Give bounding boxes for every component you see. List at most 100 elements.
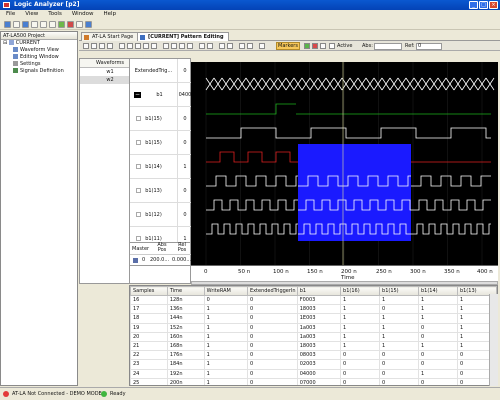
maximize-button[interactable]: □ [479, 1, 488, 9]
undo-icon[interactable] [219, 43, 225, 49]
prev-marker-icon[interactable] [320, 43, 326, 49]
table-cell[interactable]: 1 [379, 331, 419, 342]
shift-left-icon[interactable] [179, 43, 185, 49]
invert-icon[interactable] [143, 43, 149, 49]
table-cell[interactable]: 0 [379, 377, 419, 385]
table-cell[interactable]: 02003 [296, 359, 342, 370]
table-cell[interactable]: 144n [166, 313, 205, 324]
table-cell[interactable]: 1 [203, 340, 248, 352]
table-cell[interactable]: 1 [340, 313, 381, 324]
stop-icon[interactable] [67, 21, 74, 28]
table-cell[interactable]: 1 [340, 304, 381, 315]
grid-column-header[interactable]: Samples [130, 286, 168, 296]
clock-pattern-icon[interactable] [119, 43, 125, 49]
table-cell[interactable]: 1E003 [296, 313, 342, 324]
table-cell[interactable]: 0 [246, 350, 298, 361]
table-row[interactable]: 18 144n 1 0 1E003 1 1 1 1 [130, 313, 497, 324]
edit-icon[interactable] [239, 43, 245, 49]
copy-icon[interactable] [40, 21, 47, 28]
insert-icon[interactable] [199, 43, 205, 49]
signal-row[interactable]: b1(15) 0 [130, 131, 192, 155]
grid-column-header[interactable]: b1(16) [340, 286, 381, 296]
table-cell[interactable]: 0 [417, 350, 458, 361]
table-cell[interactable]: 19 [130, 322, 168, 333]
table-cell[interactable]: 1 [340, 294, 381, 306]
delete-icon[interactable] [207, 43, 213, 49]
table-cell[interactable]: 168n [166, 340, 205, 352]
table-cell[interactable]: 0 [246, 359, 298, 370]
table-cell[interactable]: 0 [340, 368, 381, 379]
set-low-icon[interactable] [135, 43, 141, 49]
shift-right-icon[interactable] [187, 43, 193, 49]
zoom-out-icon[interactable] [99, 43, 105, 49]
table-cell[interactable]: 0 [417, 322, 458, 333]
table-row[interactable]: 16 128n 0 0 F0003 1 1 1 1 [130, 294, 497, 306]
random-icon[interactable] [151, 43, 157, 49]
table-cell[interactable]: 0 [340, 350, 381, 361]
grid-column-header[interactable]: b1 [296, 286, 342, 296]
table-cell[interactable]: 0 [246, 368, 298, 379]
find-icon[interactable] [247, 43, 253, 49]
table-cell[interactable]: 1 [203, 368, 248, 379]
save-icon[interactable] [22, 21, 29, 28]
vertical-scrollbar[interactable] [489, 294, 498, 386]
tree-item-signals-definition[interactable]: Signals Definition [1, 68, 77, 75]
group-icon[interactable] [259, 43, 265, 49]
table-cell[interactable]: 24 [130, 368, 168, 379]
redo-icon[interactable] [227, 43, 233, 49]
table-cell[interactable]: 07000 [296, 377, 342, 385]
new-project-icon[interactable] [4, 21, 11, 28]
table-cell[interactable]: 136n [166, 304, 205, 315]
table-row[interactable]: 19 152n 1 0 1a003 1 1 0 1 [130, 322, 497, 333]
table-cell[interactable]: F0003 [296, 294, 342, 306]
table-cell[interactable]: 1 [379, 340, 419, 352]
zoom-in-icon[interactable] [91, 43, 97, 49]
run-icon[interactable] [58, 21, 65, 28]
menu-tools[interactable]: Tools [48, 10, 62, 19]
table-cell[interactable]: 0 [246, 313, 298, 324]
table-cell[interactable]: 1 [417, 304, 458, 315]
table-row[interactable]: 17 136n 1 0 18003 1 0 1 1 [130, 304, 497, 315]
table-cell[interactable]: 176n [166, 350, 205, 361]
table-cell[interactable]: 1 [340, 322, 381, 333]
table-cell[interactable]: 0 [340, 359, 381, 370]
tree-item-waveform-view[interactable]: Waveform View [1, 47, 77, 54]
cut-icon[interactable] [31, 21, 38, 28]
set-high-icon[interactable] [127, 43, 133, 49]
add-marker-icon[interactable] [304, 43, 310, 49]
signal-row[interactable]: b1(12) 0 [130, 203, 192, 227]
table-cell[interactable]: 184n [166, 359, 205, 370]
menu-file[interactable]: File [6, 10, 15, 19]
signal-row[interactable]: b1(14) 1 [130, 155, 192, 179]
table-cell[interactable]: 0 [246, 322, 298, 333]
table-cell[interactable]: 1 [203, 313, 248, 324]
table-cell[interactable]: 18003 [296, 304, 342, 315]
table-cell[interactable]: 1 [203, 322, 248, 333]
table-cell[interactable]: 1a003 [296, 331, 342, 342]
table-row[interactable]: 23 184n 1 0 02003 0 0 0 0 [130, 359, 497, 370]
ref-field[interactable]: 0 [416, 43, 442, 50]
grid-column-header[interactable]: b1(14) [417, 286, 458, 296]
table-cell[interactable]: 0 [246, 331, 298, 342]
table-cell[interactable]: 1 [340, 340, 381, 352]
table-cell[interactable]: 0 [203, 294, 248, 306]
menu-window[interactable]: Window [72, 10, 94, 19]
table-cell[interactable]: 20 [130, 331, 168, 342]
table-cell[interactable]: 0 [417, 377, 458, 385]
table-cell[interactable]: 17 [130, 304, 168, 315]
table-cell[interactable]: 1 [340, 331, 381, 342]
menu-view[interactable]: View [25, 10, 38, 19]
count-down-icon[interactable] [171, 43, 177, 49]
table-cell[interactable]: 0 [246, 340, 298, 352]
table-row[interactable]: 24 192n 1 0 04000 0 0 1 0 [130, 368, 497, 379]
table-cell[interactable]: 1 [417, 294, 458, 306]
table-cell[interactable]: 0 [379, 304, 419, 315]
table-cell[interactable]: 1a003 [296, 322, 342, 333]
minimize-button[interactable]: _ [469, 1, 478, 9]
table-cell[interactable]: 0 [246, 304, 298, 315]
count-up-icon[interactable] [163, 43, 169, 49]
table-cell[interactable]: 0 [379, 350, 419, 361]
table-cell[interactable]: 160n [166, 331, 205, 342]
table-cell[interactable]: 23 [130, 359, 168, 370]
signal-row[interactable]: − b1 0400 [130, 83, 192, 107]
